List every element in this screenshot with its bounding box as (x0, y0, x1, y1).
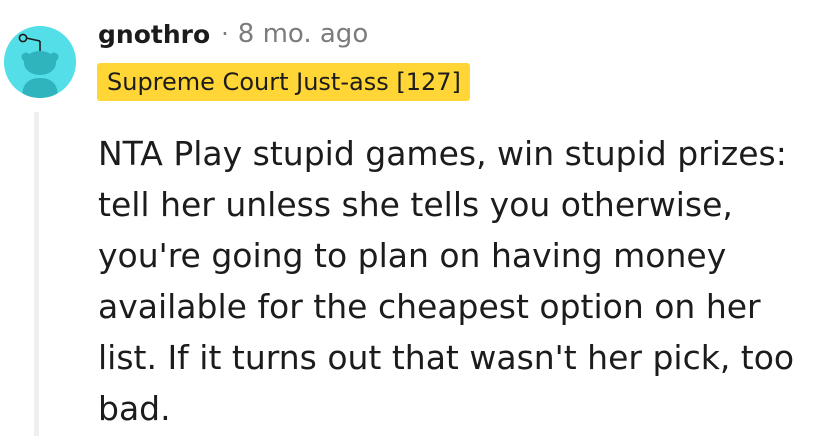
user-avatar[interactable] (4, 26, 76, 98)
comment-body: NTA Play stupid games, win stupid prizes… (98, 134, 795, 428)
comment-timestamp[interactable]: 8 mo. ago (238, 19, 368, 49)
snoo-avatar-icon (4, 26, 76, 98)
username-link[interactable]: gnothro (98, 20, 210, 49)
user-flair: Supreme Court Just-ass [127] (97, 63, 470, 101)
thread-collapse-line[interactable] (34, 112, 39, 436)
comment: gnothro · 8 mo. ago Supreme Court Just-a… (0, 0, 814, 436)
comment-meta: gnothro · 8 mo. ago (98, 14, 368, 54)
meta-separator: · (221, 20, 229, 48)
